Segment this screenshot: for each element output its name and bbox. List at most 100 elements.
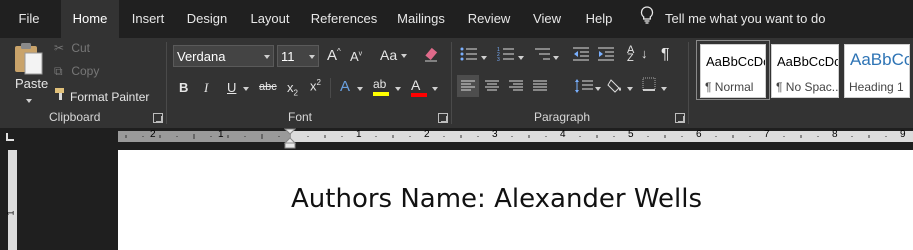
- tab-home[interactable]: Home: [61, 0, 119, 38]
- numbering-icon[interactable]: 123: [497, 46, 515, 65]
- subscript-icon[interactable]: x2: [287, 80, 298, 98]
- line-spacing-icon[interactable]: [573, 75, 595, 100]
- borders-icon[interactable]: [641, 76, 657, 95]
- align-center-icon[interactable]: [481, 75, 503, 100]
- ruler-label: 3: [492, 129, 498, 140]
- paragraph-group-label: Paragraph: [534, 110, 591, 124]
- change-case-button[interactable]: Aa: [380, 47, 408, 63]
- paste-button[interactable]: [12, 42, 44, 79]
- bold-icon[interactable]: B: [179, 80, 188, 95]
- multilevel-list-dropdown-icon[interactable]: [553, 49, 559, 64]
- font-size-box[interactable]: 11: [277, 45, 319, 67]
- ruler-label: 4: [560, 129, 566, 140]
- style-heading-1[interactable]: AaBbCc Heading 1: [844, 44, 910, 98]
- decrease-indent-icon[interactable]: [572, 46, 590, 65]
- tell-me-search[interactable]: Tell me what you want to do: [640, 0, 825, 38]
- document-page[interactable]: Authors Name: Alexander Wells: [118, 150, 913, 250]
- tab-view[interactable]: View: [524, 0, 570, 38]
- shading-icon[interactable]: [607, 77, 625, 98]
- paste-label[interactable]: Paste: [15, 76, 48, 91]
- style-sample-text: AaBbCc: [850, 50, 910, 69]
- tab-insert[interactable]: Insert: [122, 0, 174, 38]
- paste-dropdown-icon[interactable]: [26, 92, 32, 107]
- bullets-dropdown-icon[interactable]: [481, 49, 487, 64]
- clipboard-dialog-launcher-icon[interactable]: [153, 113, 163, 123]
- sort-icon[interactable]: AZ: [627, 45, 634, 64]
- style-name: ¶ No Spac...: [776, 80, 839, 94]
- align-right-icon[interactable]: [505, 75, 527, 100]
- highlight-color-icon[interactable]: ab: [373, 77, 389, 96]
- tab-references[interactable]: References: [304, 0, 384, 38]
- show-hide-formatting-icon[interactable]: ¶: [661, 46, 670, 64]
- tab-help[interactable]: Help: [574, 0, 624, 38]
- style-name: Heading 1: [849, 80, 904, 94]
- cut-label: Cut: [71, 41, 91, 55]
- style-no-spacing[interactable]: AaBbCcDc ¶ No Spac...: [771, 44, 839, 98]
- italic-icon[interactable]: I: [204, 80, 208, 96]
- shrink-font-icon[interactable]: Av: [350, 49, 362, 64]
- style-normal[interactable]: AaBbCcDc ¶ Normal: [700, 44, 766, 98]
- font-dialog-launcher-icon[interactable]: [438, 113, 448, 123]
- text-effects-dropdown-icon[interactable]: [357, 80, 363, 95]
- highlight-dropdown-icon[interactable]: [395, 80, 401, 95]
- ruler-label: 9: [900, 129, 906, 140]
- cut-button[interactable]: ✂ Cut: [54, 41, 90, 55]
- highlight-color-swatch: [373, 92, 389, 96]
- ruler-label: 8: [832, 129, 838, 140]
- superscript-icon[interactable]: x2: [310, 78, 321, 93]
- line-spacing-dropdown-icon[interactable]: [595, 80, 601, 95]
- copy-label: Copy: [71, 64, 100, 78]
- ribbon-tab-bar: File Home Insert Design Layout Reference…: [0, 0, 913, 38]
- shading-dropdown-icon[interactable]: [627, 80, 633, 95]
- tab-review[interactable]: Review: [459, 0, 519, 38]
- grow-font-icon[interactable]: A^: [327, 47, 341, 64]
- ruler-label: 5: [628, 129, 634, 140]
- document-text-line[interactable]: Authors Name: Alexander Wells: [291, 184, 702, 214]
- ruler-label: 6: [696, 129, 702, 140]
- lightbulb-icon: [640, 1, 654, 39]
- vertical-ruler[interactable]: 1: [5, 150, 17, 250]
- bullets-icon[interactable]: [460, 46, 478, 65]
- font-size-dropdown-icon[interactable]: [309, 55, 315, 59]
- style-sample-text: AaBbCcDc: [777, 54, 839, 69]
- strikethrough-icon[interactable]: abc: [259, 81, 277, 93]
- indent-marker-icon[interactable]: [284, 128, 296, 150]
- underline-dropdown-icon[interactable]: [243, 80, 249, 95]
- font-name-dropdown-icon[interactable]: [264, 55, 270, 59]
- align-left-icon[interactable]: [457, 75, 479, 97]
- svg-text:3: 3: [497, 57, 500, 62]
- format-painter-button[interactable]: Format Painter: [54, 87, 149, 104]
- text-effects-icon[interactable]: A: [340, 78, 350, 95]
- underline-icon[interactable]: U: [227, 80, 236, 95]
- copy-button[interactable]: ⧉ Copy: [54, 64, 99, 79]
- tell-me-label: Tell me what you want to do: [665, 11, 826, 26]
- tab-design[interactable]: Design: [178, 0, 236, 38]
- font-color-icon[interactable]: A: [411, 77, 427, 97]
- paragraph-dialog-launcher-icon[interactable]: [675, 113, 685, 123]
- scissors-icon: ✂: [54, 41, 65, 55]
- format-painter-label: Format Painter: [70, 90, 150, 104]
- multilevel-list-icon[interactable]: [533, 46, 551, 65]
- horizontal-ruler[interactable]: 2 1 1 2 3 4 5 6 7 8 9: [118, 129, 913, 142]
- font-group-label: Font: [288, 110, 313, 124]
- ruler-label: 1: [5, 210, 16, 216]
- style-sample-text: AaBbCcDc: [706, 54, 766, 69]
- tab-layout[interactable]: Layout: [240, 0, 300, 38]
- borders-dropdown-icon[interactable]: [661, 80, 667, 95]
- group-divider: [451, 42, 452, 124]
- ruler-label: 2: [150, 129, 156, 140]
- tab-file[interactable]: File: [0, 0, 58, 38]
- font-color-dropdown-icon[interactable]: [432, 80, 438, 95]
- numbering-dropdown-icon[interactable]: [518, 49, 524, 64]
- ruler-label: 2: [424, 129, 430, 140]
- increase-indent-icon[interactable]: [597, 46, 615, 65]
- justify-icon[interactable]: [529, 75, 551, 100]
- clear-formatting-icon[interactable]: [423, 47, 439, 66]
- ruler-label: 1: [356, 129, 362, 140]
- tab-selector-icon[interactable]: [6, 133, 14, 141]
- tab-mailings[interactable]: Mailings: [388, 0, 454, 38]
- font-name-box[interactable]: Verdana: [173, 45, 274, 67]
- group-divider: [688, 42, 689, 124]
- font-name-value: Verdana: [177, 49, 226, 64]
- paintbrush-icon: [54, 87, 70, 104]
